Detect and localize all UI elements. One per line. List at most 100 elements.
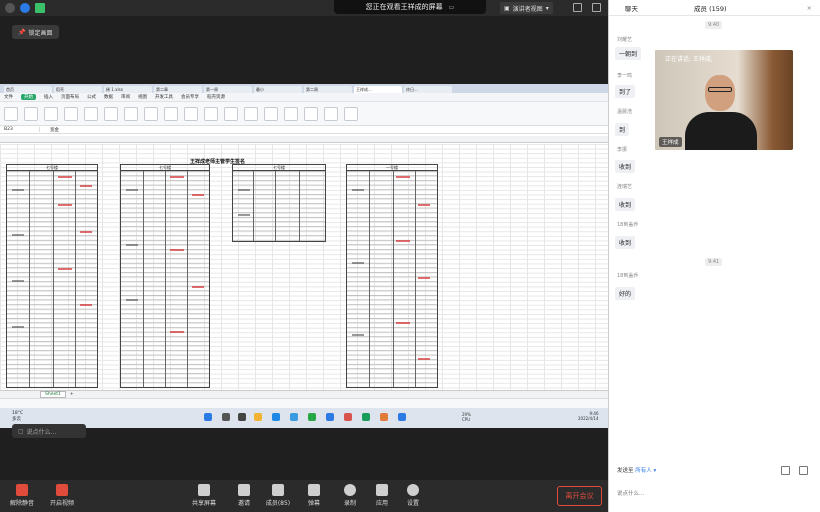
settings-button[interactable]: 设置 xyxy=(393,484,433,507)
chat-input[interactable] xyxy=(617,483,813,505)
clock-date: 2022/4/14 xyxy=(578,416,599,421)
mute-button[interactable]: 解除静音 xyxy=(2,484,42,507)
fill-icon[interactable] xyxy=(224,106,238,121)
cell-text xyxy=(12,280,24,282)
lock-screen-button[interactable]: 📌 锁定画面 xyxy=(12,25,59,39)
wps-tab[interactable]: 稻壳 xyxy=(54,86,102,93)
mute-label: 解除静音 xyxy=(9,500,34,507)
wps-tab[interactable]: 最小 xyxy=(254,86,302,93)
align-icon[interactable] xyxy=(64,106,78,121)
presenter-view-label: 演讲者视图 xyxy=(512,5,543,13)
menu-item[interactable]: 会员专享 xyxy=(181,94,199,100)
speaker-video-tile[interactable]: 正在讲话: 王祥成; 王祥成 xyxy=(655,50,793,150)
video-button[interactable]: 开启视频 xyxy=(42,484,82,507)
cell-icon[interactable] xyxy=(244,106,258,121)
column-divider xyxy=(165,171,166,387)
sidebar-toggle-icon[interactable] xyxy=(592,3,601,12)
wps-tab-active[interactable]: 王祥成... xyxy=(354,86,402,93)
sum-icon[interactable] xyxy=(164,106,178,121)
table-style-icon[interactable] xyxy=(144,106,158,121)
meeting-app-icon[interactable] xyxy=(398,413,406,421)
wps-icon[interactable] xyxy=(344,413,352,421)
message-sender: 李一鸣 xyxy=(617,73,633,79)
table-block: 七号楼 xyxy=(120,164,210,388)
task-view-icon[interactable] xyxy=(238,413,246,421)
banner-close-icon[interactable]: ▭ xyxy=(449,4,455,11)
menu-item[interactable]: 审阅 xyxy=(121,94,130,100)
cell-text xyxy=(126,244,138,246)
send-to-selector[interactable]: 发送至 所有人 ▾ xyxy=(617,466,656,474)
wps-tab[interactable]: 第二章 xyxy=(154,86,202,93)
message-bubble: 收到 xyxy=(615,198,636,211)
wechat-icon[interactable] xyxy=(308,413,316,421)
wps-tab[interactable]: 首页 xyxy=(4,86,52,93)
menu-item[interactable]: 文件 xyxy=(4,94,13,100)
app-icon[interactable] xyxy=(380,413,388,421)
weather-widget[interactable]: 18°C 多云 xyxy=(12,411,23,422)
table-block: 七号楼 xyxy=(6,164,98,388)
cell-reference[interactable]: B23 xyxy=(0,127,40,132)
image-upload-icon[interactable] xyxy=(781,466,790,475)
shield-icon[interactable] xyxy=(20,3,30,13)
menu-item[interactable]: 页面布局 xyxy=(61,94,79,100)
add-sheet-icon[interactable]: + xyxy=(70,392,74,397)
pin-icon: 📌 xyxy=(18,28,26,36)
info-icon[interactable] xyxy=(5,3,15,13)
overlay-chat-input[interactable]: ▢ 说点什么... xyxy=(12,424,86,438)
reactions-button[interactable]: 弹幕 xyxy=(294,484,334,507)
wps-tab[interactable]: 终日... xyxy=(404,86,452,93)
paste-icon[interactable] xyxy=(4,106,18,121)
chat-panel: 聊天 成员 (159) × 9:40 刘耀艺 一朝到 李一鸣 到了 温晨浩 到 … xyxy=(608,0,820,512)
send-to-target[interactable]: 所有人 ▾ xyxy=(635,468,656,474)
wps-tab[interactable]: 稀 1.xlsx xyxy=(104,86,152,93)
wps-tab[interactable]: 第二周 xyxy=(304,86,352,93)
menu-item[interactable]: 开发工具 xyxy=(155,94,173,100)
presenter-view-button[interactable]: ▣ 演讲者视图 ▾ xyxy=(500,2,553,14)
menu-item[interactable]: 视图 xyxy=(138,94,147,100)
worksheet-icon[interactable] xyxy=(284,106,298,121)
tab-members[interactable]: 成员 (159) xyxy=(694,3,727,13)
system-clock[interactable]: 9:46 2022/4/14 xyxy=(578,411,599,421)
menu-item[interactable]: 数据 xyxy=(104,94,113,100)
message-bubble: 一朝到 xyxy=(615,47,642,60)
number-format-icon[interactable] xyxy=(124,106,138,121)
file-upload-icon[interactable] xyxy=(799,466,808,475)
find-icon[interactable] xyxy=(324,106,338,121)
share-screen-button[interactable]: 共享屏幕 xyxy=(184,484,224,507)
cell-text xyxy=(126,299,138,301)
tab-chat[interactable]: 聊天 xyxy=(625,3,638,13)
search-icon[interactable] xyxy=(222,413,230,421)
freeze-icon[interactable] xyxy=(304,106,318,121)
spreadsheet-app-icon[interactable] xyxy=(362,413,370,421)
wps-tab[interactable]: 第一周 xyxy=(204,86,252,93)
message-time: 9:40 xyxy=(705,21,723,29)
edge-browser-icon[interactable] xyxy=(272,413,280,421)
app-icon[interactable] xyxy=(290,413,298,421)
qq-icon[interactable] xyxy=(326,413,334,421)
cell-text-red xyxy=(58,176,72,178)
menu-item[interactable]: 插入 xyxy=(44,94,53,100)
menu-item-active[interactable]: 开始 xyxy=(21,94,36,100)
menu-item[interactable]: 稻壳资源 xyxy=(207,94,225,100)
send-to-label: 发送至 xyxy=(617,468,634,474)
sort-icon[interactable] xyxy=(204,106,218,121)
sheet-tab[interactable]: Sheet1 xyxy=(40,391,66,398)
bold-icon[interactable] xyxy=(44,106,58,121)
fullscreen-icon[interactable] xyxy=(573,3,582,12)
windows-start-icon[interactable] xyxy=(204,413,212,421)
file-explorer-icon[interactable] xyxy=(254,413,262,421)
font-icon[interactable] xyxy=(24,106,38,121)
row-col-icon[interactable] xyxy=(264,106,278,121)
leave-meeting-button[interactable]: 离开会议 xyxy=(557,486,602,506)
wrap-icon[interactable] xyxy=(104,106,118,121)
cell-text-red xyxy=(192,194,204,196)
symbol-icon[interactable] xyxy=(344,106,358,121)
merge-icon[interactable] xyxy=(84,106,98,121)
formula-value[interactable]: 宽金 xyxy=(40,127,59,133)
members-button[interactable]: 成员(85) xyxy=(258,484,298,507)
filter-icon[interactable] xyxy=(184,106,198,121)
cell-text-red xyxy=(170,176,184,178)
menu-item[interactable]: 公式 xyxy=(87,94,96,100)
close-icon[interactable]: × xyxy=(807,4,812,12)
invite-label: 邀请 xyxy=(237,500,250,507)
